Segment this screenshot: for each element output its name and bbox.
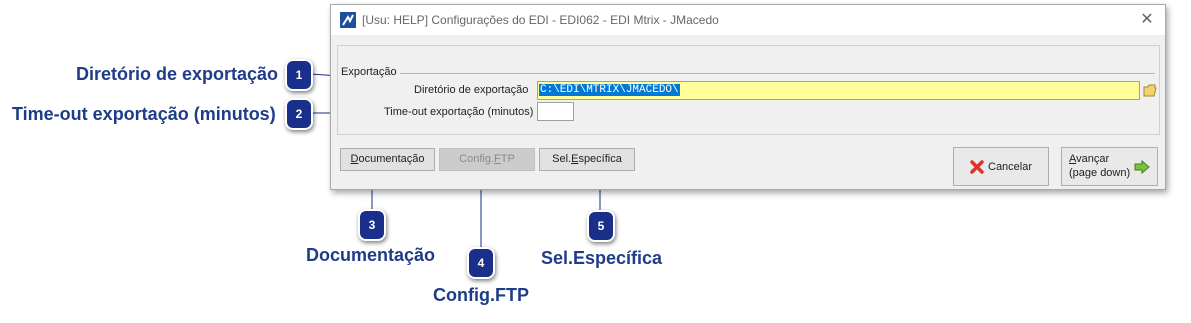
badge-4: 4 — [467, 247, 495, 279]
group-divider — [398, 73, 1155, 74]
next-button[interactable]: Avançar (page down) — [1061, 147, 1158, 186]
cancel-x-icon — [970, 160, 984, 174]
callout-timeout: Time-out exportação (minutos) — [12, 104, 276, 124]
close-icon[interactable]: ✕ — [1139, 11, 1155, 27]
window-title: [Usu: HELP] Configurações do EDI - EDI06… — [362, 13, 719, 27]
sel-especifica-button[interactable]: Sel.Específica — [539, 148, 635, 171]
callout-config-ftp: Config.FTP — [433, 285, 529, 305]
title-bar[interactable]: [Usu: HELP] Configurações do EDI - EDI06… — [331, 5, 1165, 35]
timeout-label: Time-out exportação (minutos) — [384, 106, 534, 118]
arrow-right-icon — [1134, 160, 1150, 174]
edi-config-dialog: [Usu: HELP] Configurações do EDI - EDI06… — [330, 4, 1166, 190]
badge-2: 2 — [285, 98, 313, 130]
export-directory-input[interactable]: C:\EDI\MTRIX\JMACEDO\ — [537, 81, 1140, 100]
documentation-button[interactable]: Documentação — [340, 148, 435, 171]
callout-sel-especifica: Sel.Específica — [541, 248, 663, 268]
cancel-button[interactable]: Cancelar — [953, 147, 1049, 186]
callout-documentation: Documentação — [306, 245, 436, 265]
dir-label: Diretório de exportação — [414, 84, 529, 96]
config-ftp-button[interactable]: Config.FTP — [439, 148, 535, 171]
badge-3: 3 — [358, 209, 386, 241]
cancel-label: Cancelar — [988, 161, 1033, 173]
badge-1: 1 — [285, 59, 313, 91]
folder-icon[interactable] — [1143, 84, 1157, 97]
callout-directory: Diretório de exportação — [76, 64, 279, 84]
group-legend: Exportação — [341, 66, 400, 78]
timeout-input[interactable] — [537, 102, 574, 121]
dir-value: C:\EDI\MTRIX\JMACEDO\ — [539, 84, 680, 96]
app-icon — [340, 12, 356, 28]
next-label: Avançar — [1069, 153, 1110, 165]
next-sublabel: (page down) — [1069, 167, 1131, 179]
badge-5: 5 — [587, 210, 615, 242]
